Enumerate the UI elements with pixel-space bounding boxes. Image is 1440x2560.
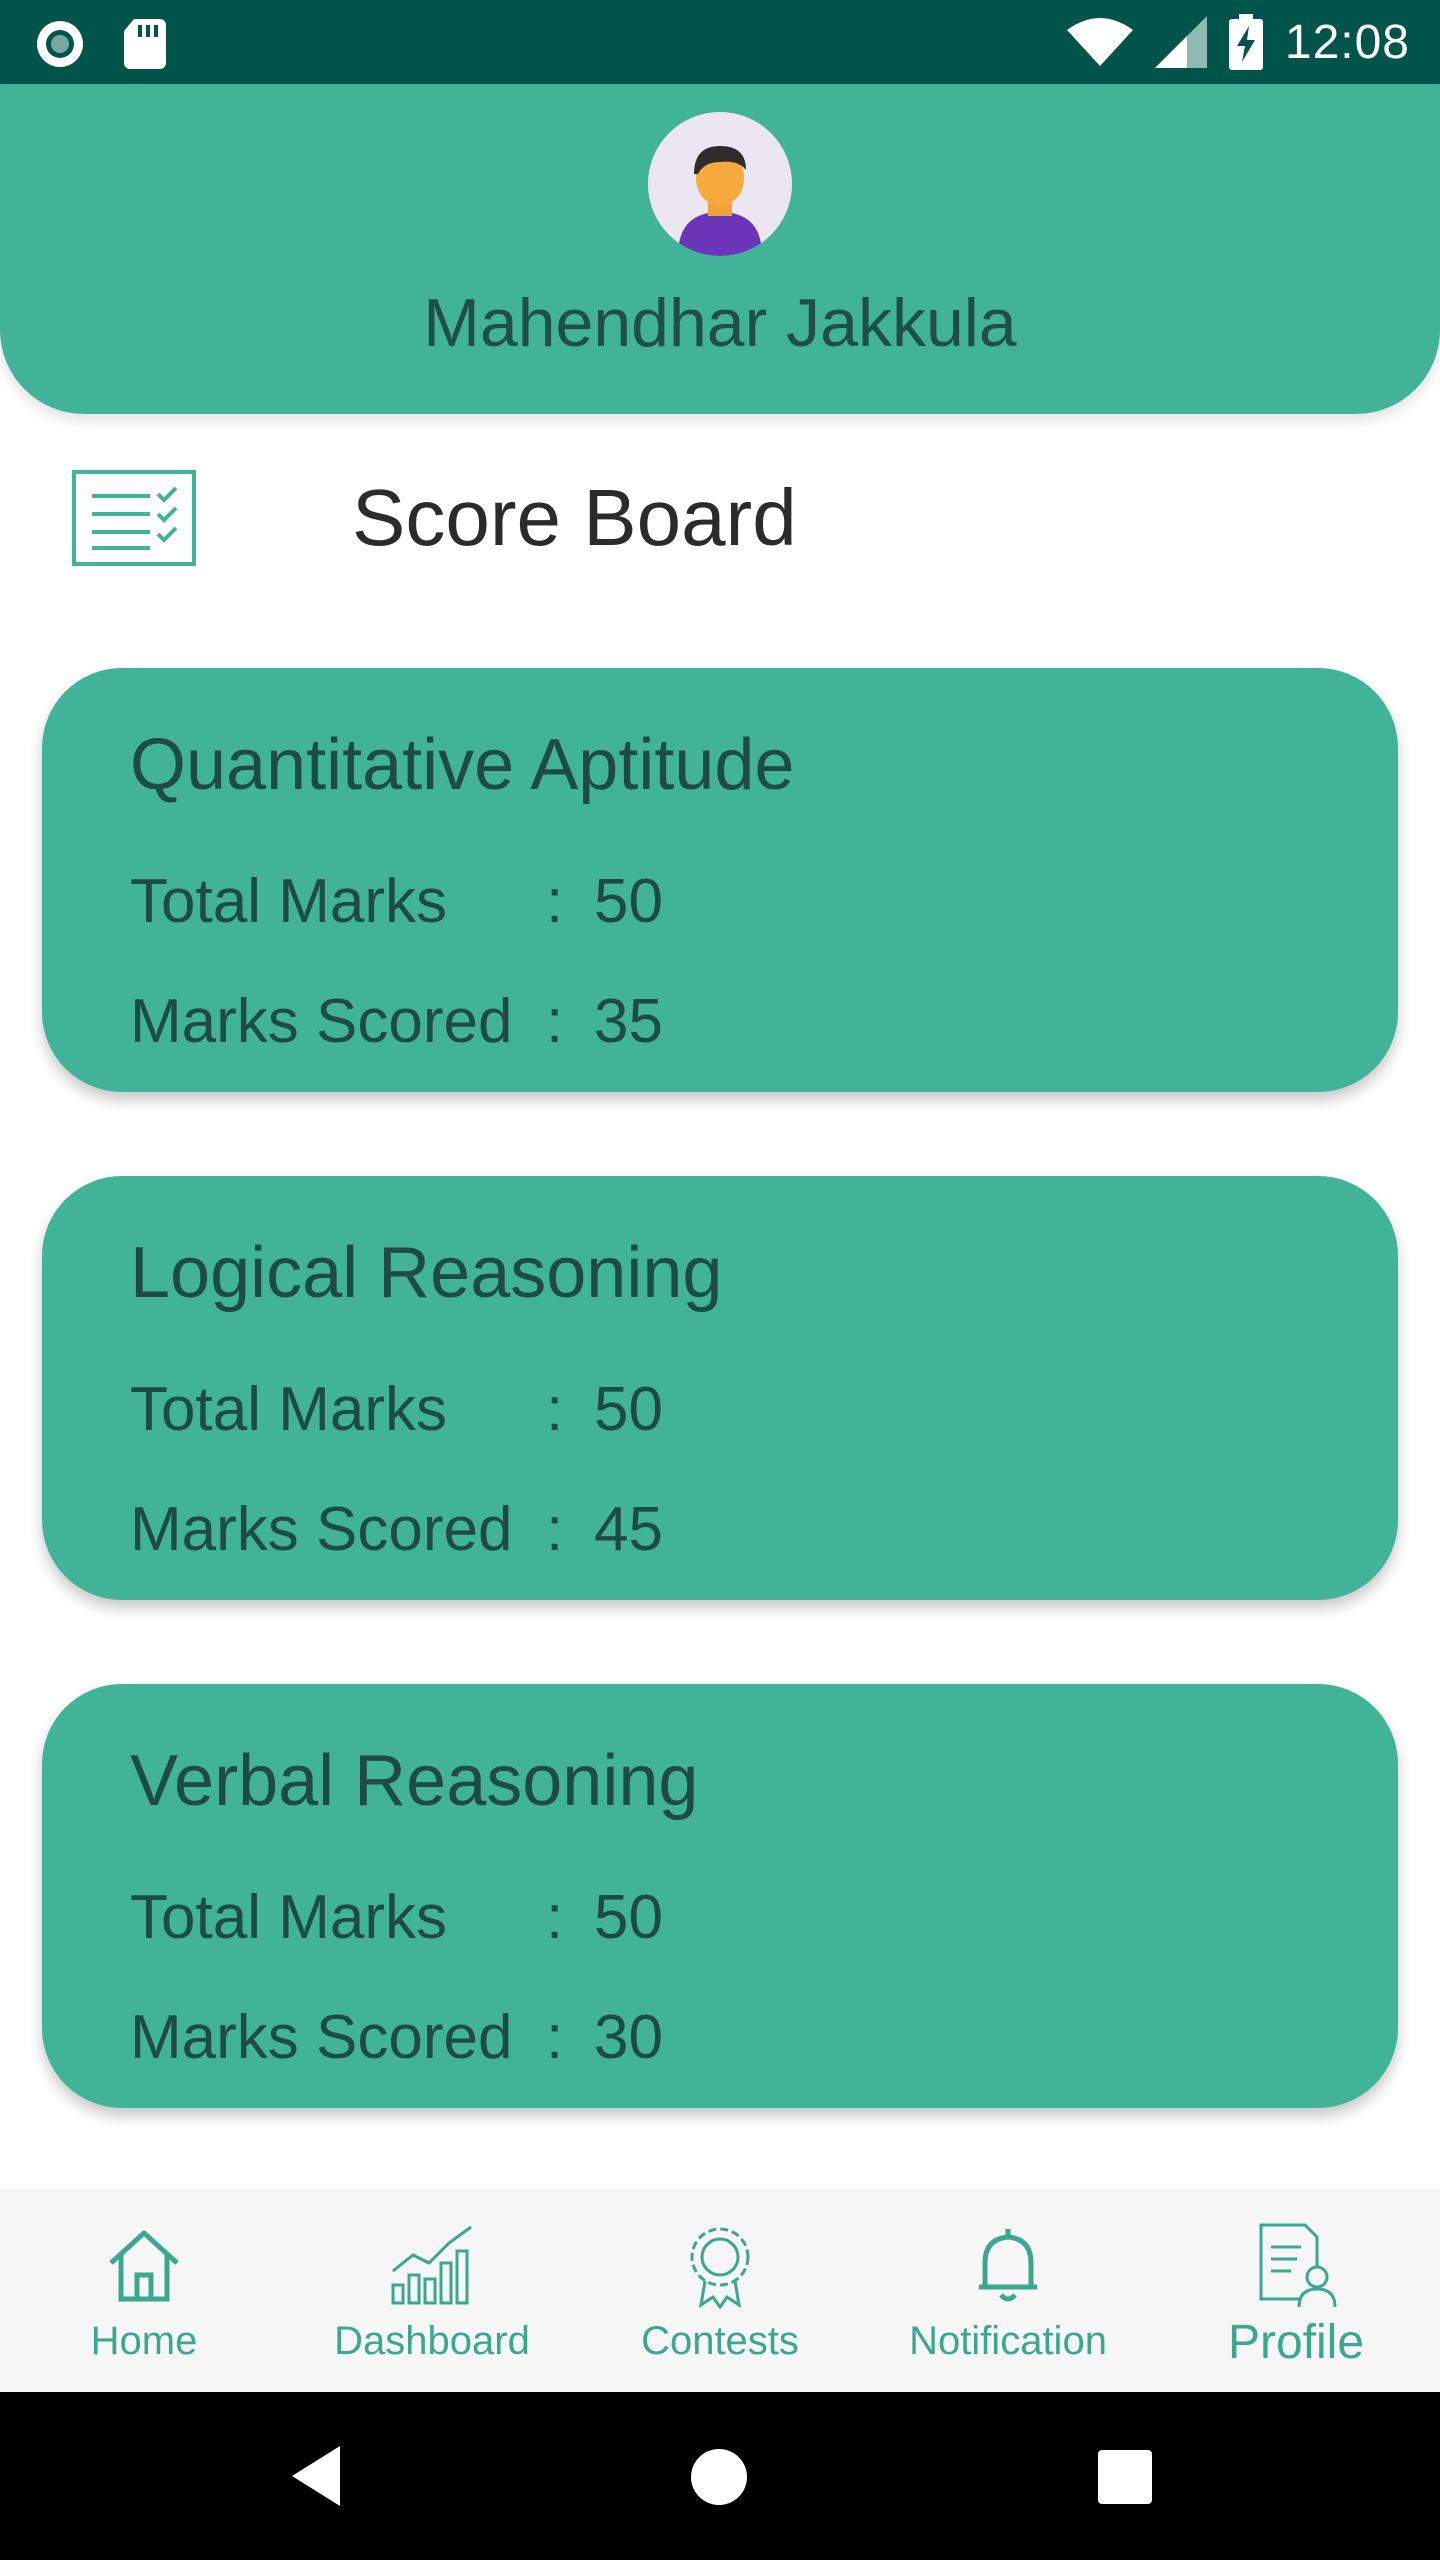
- nav-dashboard-label: Dashboard: [334, 2319, 530, 2363]
- total-marks-row: Total Marks : 50: [130, 1882, 663, 1953]
- sd-card-icon: [124, 19, 166, 69]
- total-marks-label: Total Marks: [130, 1375, 447, 1444]
- total-marks-label: Total Marks: [130, 1883, 447, 1952]
- score-card-subject: Quantitative Aptitude: [130, 725, 795, 805]
- nav-notification-label: Notification: [909, 2319, 1107, 2363]
- total-marks-value: 50: [594, 1883, 663, 1952]
- scoreboard-section-header: Score Board: [72, 470, 797, 566]
- bell-icon: [979, 2229, 1037, 2302]
- recents-icon[interactable]: [1098, 2450, 1152, 2504]
- marks-scored-value: 35: [594, 987, 663, 1056]
- user-avatar-icon[interactable]: [648, 112, 792, 256]
- nav-contests[interactable]: Contests: [576, 2219, 864, 2364]
- marks-scored-row: Marks Scored : 30: [130, 2002, 663, 2073]
- scoreboard-checklist-icon: [72, 470, 196, 566]
- marks-scored-row: Marks Scored : 45: [130, 1494, 663, 1565]
- total-marks-value: 50: [594, 1375, 663, 1444]
- total-marks-row: Total Marks : 50: [130, 866, 663, 937]
- record-icon: [37, 21, 83, 67]
- marks-scored-separator: :: [546, 987, 564, 1056]
- marks-scored-row: Marks Scored : 35: [130, 986, 663, 1057]
- profile-header: Mahendhar Jakkula: [0, 84, 1440, 414]
- marks-scored-label: Marks Scored: [130, 1495, 513, 1564]
- home-circle-icon[interactable]: [690, 2448, 748, 2506]
- score-card-logical[interactable]: Logical Reasoning Total Marks : 50 Marks…: [42, 1176, 1398, 1600]
- score-card-subject: Verbal Reasoning: [130, 1741, 699, 1821]
- total-marks-row: Total Marks : 50: [130, 1374, 663, 1445]
- scoreboard-title: Score Board: [352, 473, 797, 562]
- marks-scored-label: Marks Scored: [130, 987, 513, 1056]
- marks-scored-separator: :: [546, 1495, 564, 1564]
- nav-contests-label: Contests: [641, 2319, 799, 2363]
- score-card-verbal[interactable]: Verbal Reasoning Total Marks : 50 Marks …: [42, 1684, 1398, 2108]
- signal-icon: [1154, 16, 1207, 68]
- dashboard-chart-icon: [391, 2225, 472, 2305]
- wifi-icon: [1066, 18, 1133, 66]
- bottom-navigation: Home Dashboard Contests Notification Pro…: [0, 2190, 1440, 2393]
- nav-dashboard[interactable]: Dashboard: [288, 2219, 576, 2364]
- nav-notification[interactable]: Notification: [864, 2219, 1152, 2364]
- status-bar: 12:08: [0, 0, 1440, 84]
- score-card-subject: Logical Reasoning: [130, 1233, 723, 1313]
- nav-profile[interactable]: Profile: [1152, 2219, 1440, 2370]
- marks-scored-value: 30: [594, 2003, 663, 2072]
- marks-scored-label: Marks Scored: [130, 2003, 513, 2072]
- total-marks-label: Total Marks: [130, 867, 447, 936]
- home-icon: [109, 2230, 179, 2302]
- user-name: Mahendhar Jakkula: [423, 285, 1017, 361]
- nav-home-label: Home: [90, 2319, 198, 2363]
- total-marks-separator: :: [546, 1375, 564, 1444]
- marks-scored-value: 45: [594, 1495, 663, 1564]
- battery-charging-icon: [1228, 14, 1263, 70]
- total-marks-separator: :: [546, 1883, 564, 1952]
- total-marks-value: 50: [594, 867, 663, 936]
- nav-home[interactable]: Home: [0, 2219, 288, 2364]
- marks-scored-separator: :: [546, 2003, 564, 2072]
- score-card-quantitative[interactable]: Quantitative Aptitude Total Marks : 50 M…: [42, 668, 1398, 1092]
- contests-badge-icon: [690, 2227, 750, 2309]
- system-navigation-bar: [0, 2392, 1440, 2560]
- total-marks-separator: :: [546, 867, 564, 936]
- nav-profile-label: Profile: [1227, 2316, 1365, 2369]
- profile-document-icon: [1259, 2223, 1337, 2308]
- back-icon[interactable]: [288, 2444, 344, 2508]
- status-time: 12:08: [1284, 15, 1410, 69]
